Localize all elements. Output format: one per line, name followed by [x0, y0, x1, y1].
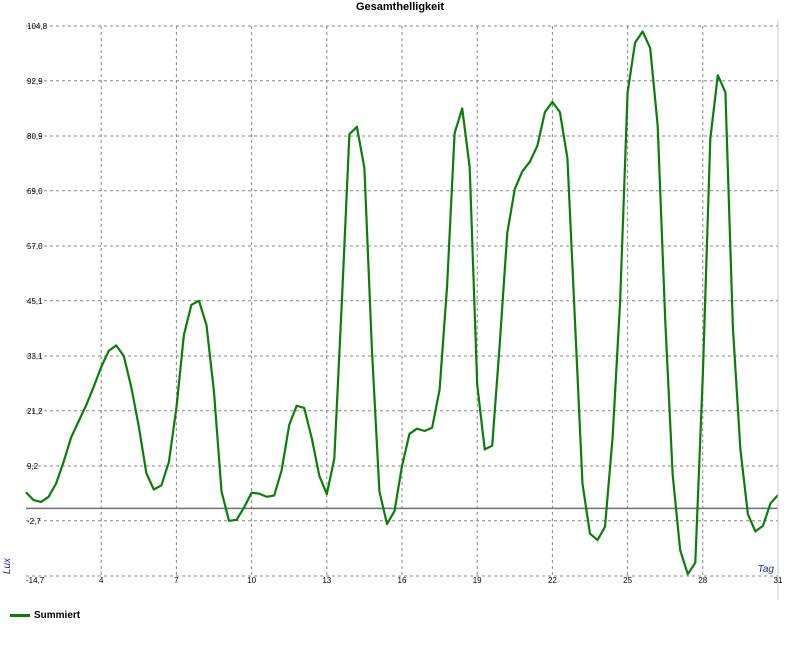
- x-tick-label-5: 16: [398, 576, 407, 585]
- y-tick-label-5: 45,1: [27, 297, 43, 306]
- legend-swatch: [10, 614, 30, 617]
- line-chart: Gesamthelligkeit 104,8 92,9 80,9 69,0 57,0 45…: [2, 1, 783, 600]
- y-tick-label-0: 104,8: [27, 22, 48, 31]
- y-tick-label-3: 69,0: [27, 187, 43, 196]
- y-tick-label-8: 9,2: [27, 462, 39, 471]
- y-tick-label-6: 33,1: [27, 352, 43, 361]
- x-tick-label-1: 4: [99, 576, 104, 585]
- x-tick-label-9: 28: [698, 576, 707, 585]
- y-tick-label-2: 80,9: [27, 132, 43, 141]
- y-tick-label-9: -2,7: [27, 517, 41, 526]
- x-tick-label-8: 25: [623, 576, 632, 585]
- x-tick-label-2: 7: [174, 576, 179, 585]
- x-axis-ticks: -14,7 4 7 10 13 16 19 22 25 28 31: [26, 576, 783, 585]
- x-tick-label-7: 22: [548, 576, 557, 585]
- x-tick-label-0: -14,7: [26, 576, 45, 585]
- y-tick-label-1: 92,9: [27, 77, 43, 86]
- x-axis-label: Tag: [758, 564, 775, 575]
- y-tick-label-4: 57,0: [27, 242, 43, 251]
- chart-title: Gesamthelligkeit: [356, 1, 444, 13]
- x-tick-label-4: 13: [322, 576, 331, 585]
- y-axis-ticks: 104,8 92,9 80,9 69,0 57,0 45,1 33,1 21,2 9,2 -2,7: [27, 22, 48, 526]
- y-tick-label-7: 21,2: [27, 407, 43, 416]
- legend-label: Summiert: [34, 610, 81, 621]
- legend: Summiert: [10, 610, 80, 621]
- x-tick-label-6: 19: [473, 576, 482, 585]
- x-tick-label-3: 10: [247, 576, 256, 585]
- y-axis-label: Lux: [2, 557, 13, 574]
